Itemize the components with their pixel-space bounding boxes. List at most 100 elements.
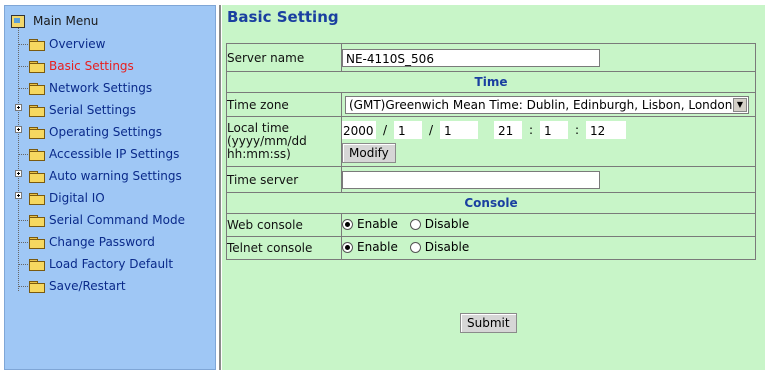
hour-input[interactable]: 21 [494,121,522,139]
date-separator: / [382,123,388,137]
tree-branch [19,264,28,265]
sidebar-menu: Main Menu Overview Basic Settings Networ… [4,5,216,370]
local-time-label-line3: hh:mm:ss) [227,147,291,161]
modify-button[interactable]: Modify [342,143,396,163]
expand-icon[interactable] [15,192,22,199]
time-server-input[interactable] [342,170,600,189]
telnet-console-disable-radio[interactable] [409,241,421,253]
time-zone-label: Time zone [226,92,342,117]
tree-line [18,28,19,291]
server-name-cell: NE-4110S_506 [341,43,756,72]
folder-icon [29,236,45,249]
server-name-input[interactable]: NE-4110S_506 [342,48,600,67]
sidebar-item-label: Overview [49,37,106,51]
web-console-enable-option[interactable]: Enable [342,217,398,231]
server-name-label: Server name [226,43,342,72]
local-time-label: Local time (yyyy/mm/dd hh:mm:ss) [226,116,342,167]
main-menu-label: Main Menu [33,14,99,28]
second-input[interactable]: 12 [586,121,626,139]
year-input[interactable]: 2000 [342,121,376,139]
time-zone-row: Time zone (GMT)Greenwich Mean Time: Dubl… [226,92,756,117]
enable-label: Enable [357,240,398,255]
expand-icon[interactable] [15,126,22,133]
sidebar-item-operating-settings[interactable]: Operating Settings [29,122,162,142]
sidebar-item-network-settings[interactable]: Network Settings [29,78,152,98]
web-console-label: Web console [226,213,342,237]
telnet-console-row: Telnet console Enable Disable [226,236,756,260]
tree-branch [19,220,28,221]
server-name-row: Server name NE-4110S_506 [226,43,756,72]
tree-branch [19,286,28,287]
folder-icon [29,148,45,161]
sidebar-item-serial-command-mode[interactable]: Serial Command Mode [29,210,185,230]
web-console-disable-radio[interactable] [409,218,421,230]
sidebar-item-label: Digital IO [49,191,105,205]
sidebar-item-save-restart[interactable]: Save/Restart [29,276,126,296]
sidebar-item-accessible-ip-settings[interactable]: Accessible IP Settings [29,144,179,164]
time-separator: : [574,123,580,137]
web-console-cell: Enable Disable [341,213,756,237]
sidebar-item-label: Operating Settings [49,125,163,139]
folder-icon [29,38,45,51]
sidebar-item-change-password[interactable]: Change Password [29,232,155,252]
submit-button[interactable]: Submit [460,313,517,333]
time-zone-selected: (GMT)Greenwich Mean Time: Dublin, Edinbu… [349,97,733,112]
minute-input[interactable]: 1 [540,121,568,139]
time-server-label: Time server [226,166,342,193]
sidebar-item-auto-warning-settings[interactable]: Auto warning Settings [29,166,182,186]
web-console-row: Web console Enable Disable [226,213,756,237]
tree-branch [19,154,28,155]
telnet-console-enable-radio[interactable] [342,241,353,253]
sidebar-item-overview[interactable]: Overview [29,34,106,54]
sidebar-item-label: Serial Settings [49,103,136,117]
time-server-row: Time server [226,166,756,193]
telnet-console-label: Telnet console [226,236,342,260]
time-section-header: Time [226,71,756,93]
console-section-header: Console [226,192,756,214]
sidebar-item-label: Auto warning Settings [49,169,182,183]
expand-icon[interactable] [15,104,22,111]
local-time-row: Local time (yyyy/mm/dd hh:mm:ss) 2000 / … [226,116,756,167]
sidebar-item-label: Accessible IP Settings [49,147,180,161]
main-menu-root[interactable]: Main Menu [11,11,98,31]
page-title: Basic Setting [227,8,339,26]
folder-icon [29,258,45,271]
disable-label: Disable [424,217,470,232]
sidebar-item-basic-settings[interactable]: Basic Settings [29,56,134,76]
dropdown-arrow-icon[interactable]: ▼ [733,97,747,112]
folder-icon [29,280,45,293]
telnet-console-disable-option[interactable]: Disable [409,240,469,254]
folder-icon [29,104,45,117]
sidebar-item-label: Change Password [49,235,155,249]
folder-icon [29,192,45,205]
tree-branch [19,44,28,45]
sidebar-item-label: Network Settings [49,81,153,95]
sidebar-item-digital-io[interactable]: Digital IO [29,188,105,208]
folder-icon [29,126,45,139]
web-console-disable-option[interactable]: Disable [409,217,470,232]
local-time-cell: 2000 / 1 / 1 21 : 1 : 12 Modify [341,116,756,167]
sidebar-item-label: Load Factory Default [49,257,174,271]
folder-icon [29,60,45,73]
month-input[interactable]: 1 [394,121,422,139]
console-section-row: Console [226,192,756,214]
sidebar-item-label: Save/Restart [49,279,126,293]
submit-container: Submit [460,313,517,333]
time-zone-select[interactable]: (GMT)Greenwich Mean Time: Dublin, Edinbu… [345,95,749,114]
tree-branch [19,242,28,243]
main-menu-icon [11,14,25,28]
web-console-enable-radio[interactable] [342,218,353,230]
sidebar-item-load-factory-default[interactable]: Load Factory Default [29,254,173,274]
expand-icon[interactable] [15,170,22,177]
tree-branch [19,88,28,89]
telnet-console-enable-option[interactable]: Enable [342,240,398,254]
day-input[interactable]: 1 [440,121,478,139]
time-server-cell [341,166,756,193]
folder-icon [29,214,45,227]
sidebar-item-serial-settings[interactable]: Serial Settings [29,100,136,120]
folder-icon [29,82,45,95]
sidebar-item-label: Serial Command Mode [49,213,185,227]
frame-divider[interactable] [219,5,221,370]
enable-label: Enable [357,217,398,232]
time-zone-cell: (GMT)Greenwich Mean Time: Dublin, Edinbu… [341,92,756,117]
